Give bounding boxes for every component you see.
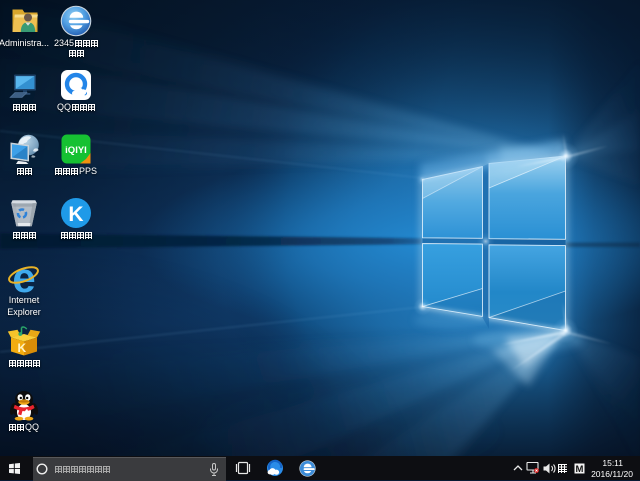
svg-text:iQIYI: iQIYI	[65, 145, 87, 156]
svg-text:e: e	[12, 257, 35, 295]
svg-text:M: M	[576, 464, 584, 474]
svg-text:K: K	[18, 341, 27, 355]
svg-text:K: K	[68, 203, 83, 226]
